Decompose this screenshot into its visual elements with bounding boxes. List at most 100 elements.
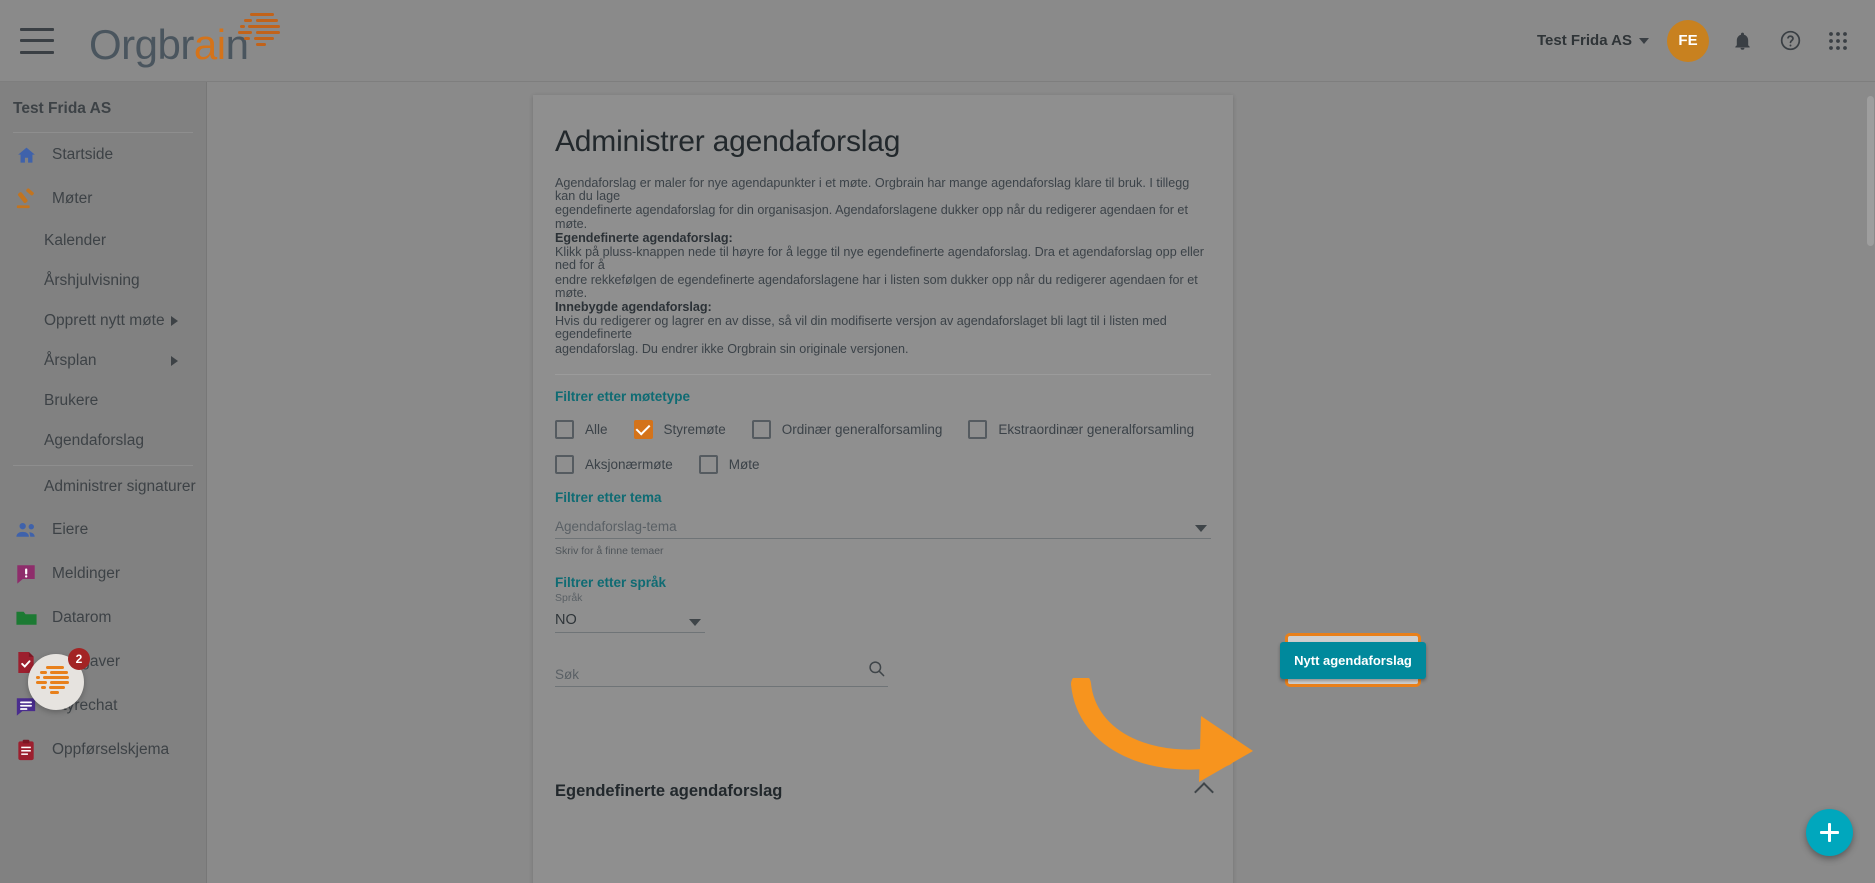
app-root: Orgbrain Test Frida AS FE Test Frida AS …	[0, 0, 1875, 883]
apps-grid-icon[interactable]	[1823, 26, 1853, 56]
logo-text-pre: Orgbr	[89, 20, 194, 68]
top-bar-right: Test Frida AS FE	[1537, 19, 1875, 62]
help-icon[interactable]	[1775, 26, 1805, 56]
meeting-type-row-2: Aksjonærmøte Møte	[555, 454, 1211, 474]
orgbrain-chat-widget[interactable]: 2	[28, 648, 90, 710]
new-proposal-highlight: Nytt agendaforslag	[1280, 633, 1426, 687]
agenda-proposal-card: Administrer agendaforslag Agendaforslag …	[533, 95, 1233, 883]
checkbox-box	[698, 454, 718, 474]
sidebar: Test Frida AS Startside Møter Kalender Å…	[0, 82, 207, 883]
checkbox-box-checked	[633, 419, 653, 439]
checkbox-aksjonaermote[interactable]: Aksjonærmøte	[555, 454, 673, 474]
clipboard-icon	[13, 738, 39, 762]
intro-line-1: Agendaforslag er maler for nye agendapun…	[555, 176, 1190, 204]
theme-select-field[interactable]: Agendaforslag-tema	[555, 511, 1211, 539]
checkbox-styremote[interactable]: Styremøte	[633, 419, 726, 439]
sidebar-item-brukere[interactable]: Brukere	[0, 381, 206, 421]
sidebar-item-arsplan[interactable]: Årsplan	[0, 341, 206, 381]
search-placeholder: Søk	[555, 666, 580, 682]
message-alert-icon	[13, 562, 39, 586]
checkbox-label: Alle	[585, 421, 608, 437]
orgbrain-chat-icon	[34, 665, 78, 699]
logo-text: Orgbrain	[89, 20, 249, 69]
brain-logo-icon	[234, 12, 292, 53]
chevron-right-icon	[171, 316, 178, 326]
checkbox-mote[interactable]: Møte	[698, 454, 760, 474]
search-field[interactable]: Søk	[555, 659, 888, 687]
avatar-initials: FE	[1678, 32, 1698, 49]
sidebar-item-label: Oppførselskjema	[52, 741, 170, 758]
top-bar: Orgbrain Test Frida AS FE	[0, 0, 1875, 82]
language-select-field[interactable]: Språk NO	[555, 592, 705, 633]
home-icon	[13, 143, 39, 167]
builtin-line-2: agendaforslag. Du endrer ikke Orgbrain s…	[555, 341, 909, 356]
custom-line-2: endre rekkefølgen de egendefinerte agend…	[555, 272, 1198, 300]
sidebar-item-arshjulvisning[interactable]: Årshjulvisning	[0, 261, 206, 301]
theme-hint: Skriv for å finne temaer	[555, 544, 664, 557]
folder-icon	[13, 606, 39, 630]
sidebar-item-administrer-signaturer[interactable]: Administrer signaturer	[0, 466, 206, 508]
sidebar-item-label: Startside	[52, 146, 114, 163]
sidebar-item-eiere[interactable]: Eiere	[0, 508, 206, 552]
theme-placeholder: Agendaforslag-tema	[555, 518, 677, 534]
sidebar-item-datarom[interactable]: Datarom	[0, 596, 206, 640]
org-switcher[interactable]: Test Frida AS	[1537, 32, 1649, 49]
sidebar-item-oppforselskjema[interactable]: Oppførselskjema	[0, 728, 206, 772]
filter-meeting-type-label: Filtrer etter møtetype	[555, 388, 691, 404]
checkbox-ekstraordinaer-generalforsamling[interactable]: Ekstraordinær generalforsamling	[968, 419, 1195, 439]
intro-line-2: egendefinerte agendaforslag for din orga…	[555, 203, 1188, 231]
checkbox-box	[968, 419, 988, 439]
page-title: Administrer agendaforslag	[555, 125, 901, 158]
chevron-right-icon	[171, 356, 178, 366]
sidebar-item-label: Brukere	[44, 392, 99, 409]
search-icon[interactable]	[867, 659, 886, 683]
org-switcher-label: Test Frida AS	[1536, 32, 1632, 49]
sidebar-item-label: Årsplan	[44, 352, 97, 369]
sidebar-item-opprett-nytt-mote[interactable]: Opprett nytt møte	[0, 301, 206, 341]
sidebar-item-kalender[interactable]: Kalender	[0, 221, 206, 261]
sidebar-item-label: Meldinger	[52, 565, 121, 582]
sidebar-item-startside[interactable]: Startside	[0, 133, 206, 177]
checkbox-label: Aksjonærmøte	[585, 456, 673, 472]
chevron-up-icon[interactable]	[1194, 781, 1214, 802]
sidebar-item-moter[interactable]: Møter	[0, 177, 206, 221]
custom-line-1: Klikk på pluss-knappen nede til høyre fo…	[555, 245, 1204, 273]
sidebar-item-label: Administrer signaturer	[44, 478, 196, 495]
gavel-icon	[13, 187, 39, 211]
sidebar-item-label: Kalender	[44, 232, 107, 249]
sidebar-item-label: Årshjulvisning	[44, 272, 140, 289]
language-field-label: Språk	[555, 591, 583, 604]
theme-select-line: Agendaforslag-tema	[555, 511, 1211, 539]
sidebar-item-meldinger[interactable]: Meldinger	[0, 552, 206, 596]
language-value: NO	[555, 611, 577, 628]
heading-custom: Egendefinerte agendaforslag:	[555, 230, 733, 245]
main-content: Administrer agendaforslag Agendaforslag …	[207, 82, 1875, 883]
hamburger-icon[interactable]	[20, 27, 54, 54]
logo-text-accent: ai	[193, 20, 226, 68]
checkbox-label: Ordinær generalforsamling	[781, 421, 943, 437]
filter-theme-label: Filtrer etter tema	[555, 489, 662, 505]
add-fab-button[interactable]	[1806, 809, 1853, 856]
custom-proposals-section[interactable]: Egendefinerte agendaforslag	[533, 781, 1233, 802]
filter-language-label: Filtrer etter språk	[555, 574, 667, 590]
sidebar-item-agendaforslag[interactable]: Agendaforslag	[0, 421, 206, 461]
bell-icon[interactable]	[1727, 26, 1757, 56]
checkbox-label: Møte	[728, 456, 760, 472]
language-select-line: NO	[555, 605, 705, 633]
chevron-down-icon	[1639, 37, 1649, 44]
new-proposal-button[interactable]: Nytt agendaforslag	[1280, 641, 1426, 679]
checkbox-ordinaer-generalforsamling[interactable]: Ordinær generalforsamling	[751, 419, 943, 439]
sidebar-item-label: Datarom	[52, 609, 112, 626]
checkbox-label: Ekstraordinær generalforsamling	[998, 421, 1195, 437]
checkbox-box	[555, 419, 574, 439]
avatar[interactable]: FE	[1667, 19, 1709, 62]
search-line: Søk	[555, 659, 888, 687]
scrollbar[interactable]	[1865, 82, 1875, 883]
chevron-down-icon	[1195, 524, 1207, 532]
builtin-line-1: Hvis du redigerer og lagrer en av disse,…	[555, 314, 1167, 342]
heading-builtin: Innebygde agendaforslag:	[555, 299, 712, 314]
scrollbar-thumb[interactable]	[1867, 96, 1874, 246]
checkbox-alle[interactable]: Alle	[555, 419, 608, 439]
sidebar-item-label: Eiere	[52, 521, 89, 538]
orgbrain-logo[interactable]: Orgbrain	[89, 12, 292, 69]
